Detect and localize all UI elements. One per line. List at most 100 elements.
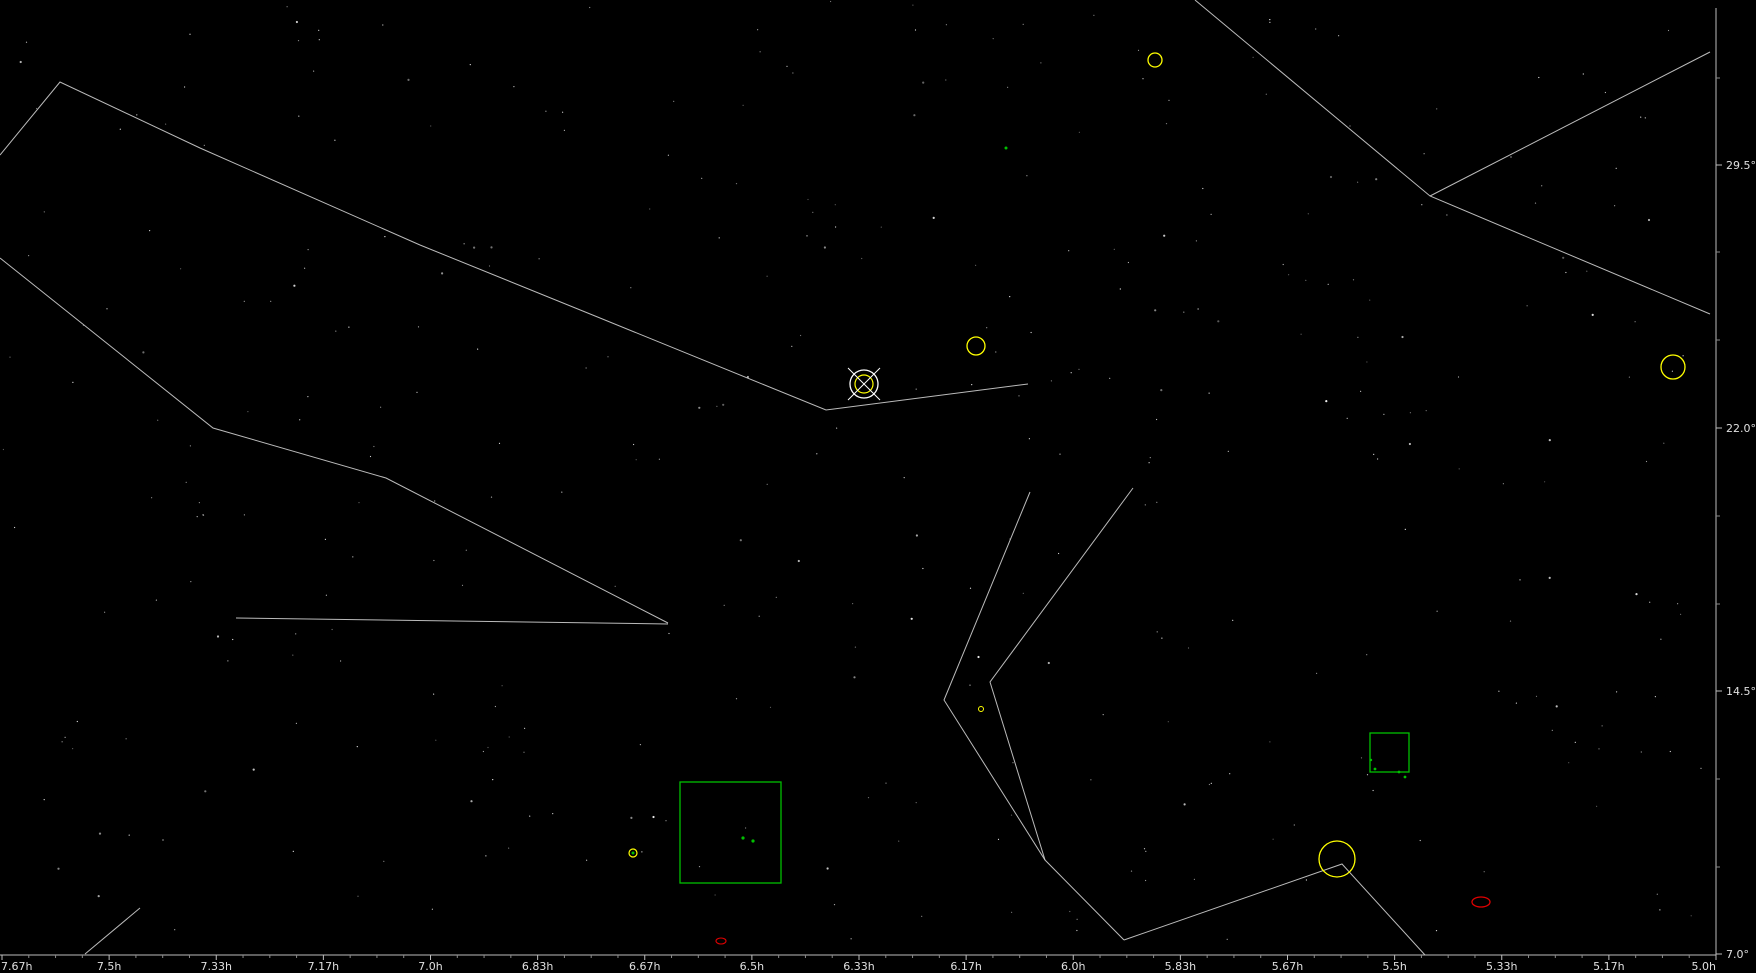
star: [1435, 930, 1438, 932]
star: [969, 587, 972, 589]
star: [1058, 552, 1060, 555]
star-marker: [1373, 767, 1377, 771]
star: [854, 646, 857, 648]
star: [932, 216, 935, 219]
star: [352, 556, 354, 558]
star: [1383, 413, 1385, 415]
star: [1022, 23, 1024, 25]
star: [835, 226, 837, 228]
star: [1156, 631, 1158, 633]
star: [1366, 774, 1369, 776]
star: [915, 388, 917, 390]
star: [373, 445, 375, 448]
star: [1195, 240, 1197, 242]
star: [673, 100, 675, 102]
star: [1360, 757, 1363, 759]
star: [1143, 848, 1146, 850]
star: [1700, 767, 1702, 769]
star: [473, 246, 476, 249]
star: [1644, 117, 1646, 119]
star: [465, 549, 467, 551]
star: [791, 345, 793, 347]
ra-tick-label: 5.5h: [1382, 960, 1406, 973]
star: [57, 867, 60, 870]
star: [232, 638, 234, 641]
star: [482, 750, 484, 753]
star: [441, 272, 444, 275]
star: [1357, 181, 1359, 183]
star: [1526, 305, 1528, 307]
star: [469, 64, 471, 66]
star: [969, 684, 971, 686]
star: [723, 604, 725, 606]
star: [369, 455, 372, 458]
star: [1090, 779, 1092, 781]
star: [324, 538, 326, 541]
star: [1193, 878, 1195, 881]
star: [739, 539, 742, 542]
star: [298, 115, 300, 117]
star: [775, 596, 777, 599]
star: [903, 477, 905, 479]
star: [433, 559, 435, 562]
star-marker: [1397, 770, 1401, 774]
star: [1050, 380, 1052, 382]
star: [1119, 288, 1121, 290]
star: [1293, 824, 1295, 826]
star: [1149, 457, 1151, 459]
ra-tick-label: 5.67h: [1272, 960, 1303, 973]
star: [19, 60, 22, 64]
star: [286, 6, 288, 8]
star: [1628, 376, 1630, 378]
star: [833, 904, 836, 906]
star: [1502, 483, 1504, 485]
star: [1142, 78, 1144, 80]
star: [157, 419, 159, 421]
star: [1483, 871, 1485, 873]
star: [98, 832, 102, 835]
star: [1113, 248, 1115, 250]
star: [913, 114, 916, 117]
star: [508, 847, 510, 849]
star: [513, 86, 515, 88]
star: [836, 427, 838, 429]
ra-tick-label: 6.33h: [843, 960, 874, 973]
star: [1154, 309, 1157, 312]
star: [1202, 187, 1204, 190]
star: [1026, 175, 1028, 177]
star: [227, 660, 229, 662]
star: [1265, 93, 1267, 95]
star: [1498, 690, 1500, 692]
star: [1272, 838, 1274, 840]
star: [1148, 462, 1150, 464]
star: [1070, 372, 1072, 374]
star: [1305, 279, 1307, 281]
star: [1069, 910, 1071, 913]
star: [293, 284, 296, 287]
star: [921, 915, 923, 917]
star: [430, 125, 432, 127]
star: [104, 611, 106, 613]
star: [652, 815, 655, 819]
star: [190, 581, 192, 583]
star: [1011, 911, 1013, 913]
star: [1130, 870, 1133, 872]
star: [307, 396, 309, 398]
star: [434, 500, 436, 502]
star: [494, 705, 496, 708]
star: [1210, 213, 1212, 215]
star: [735, 183, 738, 185]
star: [1680, 613, 1682, 616]
star: [1375, 178, 1378, 181]
star: [912, 4, 914, 6]
ra-tick-label: 6.0h: [1061, 960, 1085, 973]
sky-chart[interactable]: 7.67h 7.5h 7.33h 7.17h 7.0h 6.83h 6.67h 6.5h 6.3…: [0, 0, 1756, 973]
star: [1078, 131, 1080, 133]
star: [1232, 619, 1234, 621]
star: [1671, 370, 1673, 372]
star: [1078, 368, 1080, 370]
star: [1329, 175, 1333, 179]
star: [1349, 125, 1351, 127]
star: [1404, 528, 1406, 531]
star: [614, 585, 616, 587]
